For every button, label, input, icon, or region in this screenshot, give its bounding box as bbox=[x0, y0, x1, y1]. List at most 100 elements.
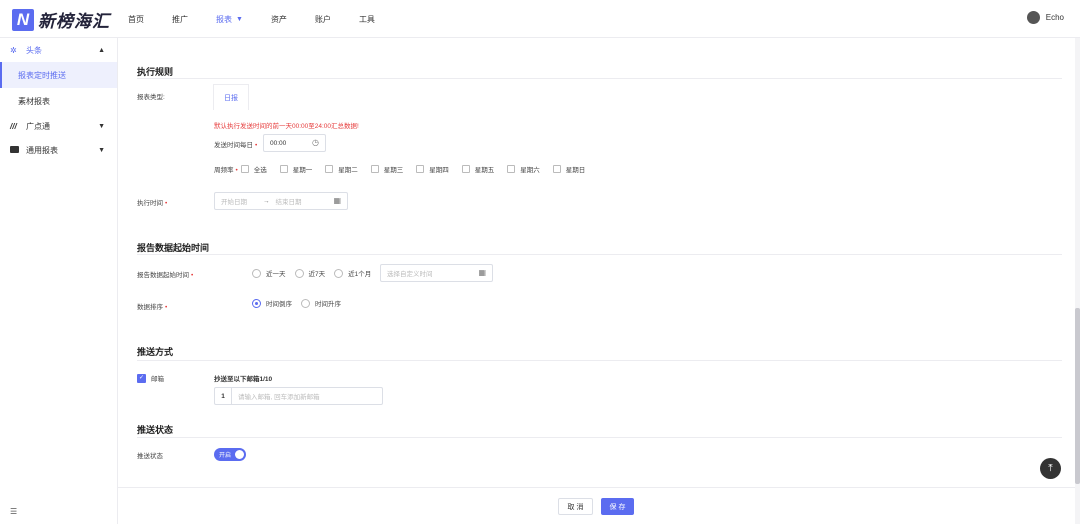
section-title-push-status: 推送状态 bbox=[137, 425, 174, 435]
arrow-up-icon: ⤒ bbox=[1048, 463, 1053, 474]
report-start-label-text: 报告数据起始时间 bbox=[137, 272, 189, 279]
required-mark: • bbox=[235, 167, 238, 174]
radio-label: 近1个月 bbox=[348, 271, 372, 278]
radio-last-month[interactable]: 近1个月 bbox=[334, 268, 371, 278]
push-status-toggle[interactable]: 开启 bbox=[214, 448, 246, 461]
sparkle-icon: ✲ bbox=[10, 45, 17, 55]
divider bbox=[137, 437, 1062, 438]
sort-label-text: 数据排序 bbox=[137, 304, 163, 311]
logo[interactable]: N 新榜海汇 bbox=[12, 7, 110, 32]
checkbox bbox=[461, 165, 470, 173]
weekday-label: 星期五 bbox=[474, 167, 495, 174]
radio-circle-checked bbox=[252, 298, 261, 308]
radio-circle bbox=[252, 268, 261, 278]
nav-tools[interactable]: 工具 bbox=[359, 14, 375, 25]
sidebar-group-toutiao-label: 头条 bbox=[26, 45, 42, 55]
chevron-up-icon: ▲ bbox=[98, 46, 105, 54]
custom-time-picker[interactable]: 选择自定义时间 ▦ bbox=[380, 264, 493, 282]
weekday-label: 星期六 bbox=[520, 167, 540, 174]
radio-last-day[interactable]: 近一天 bbox=[252, 268, 286, 278]
email-checkbox-label: 邮箱 bbox=[151, 376, 164, 383]
email-index: 1 bbox=[215, 388, 232, 404]
nav-account[interactable]: 账户 bbox=[315, 14, 331, 25]
toggle-knob bbox=[235, 450, 244, 459]
back-to-top-button[interactable]: ⤒ bbox=[1040, 458, 1061, 479]
radio-time-asc[interactable]: 时间升序 bbox=[301, 298, 341, 308]
weekday-checkbox-mon[interactable]: 星期一 bbox=[279, 164, 312, 174]
divider bbox=[137, 78, 1062, 79]
sidebar-group-gdt[interactable]: /// 广点通 ▼ bbox=[0, 114, 117, 138]
brand-icon: /// bbox=[10, 121, 17, 131]
send-time-picker[interactable]: 00:00 ◷ bbox=[263, 134, 326, 152]
section-title-push-method: 推送方式 bbox=[137, 347, 174, 357]
scrollbar[interactable] bbox=[1075, 38, 1080, 524]
nav-home-label: 首页 bbox=[128, 14, 144, 24]
nav-account-label: 账户 bbox=[314, 14, 331, 24]
checkbox bbox=[370, 165, 379, 173]
calendar-icon: ▦ bbox=[333, 196, 341, 205]
nav-home[interactable]: 首页 bbox=[128, 14, 144, 25]
cancel-button[interactable]: 取 消 bbox=[558, 498, 593, 515]
email-input[interactable]: 1 请输入邮箱, 回车添加新邮箱 bbox=[214, 387, 383, 405]
checkbox bbox=[279, 165, 288, 173]
exec-date-range-picker[interactable]: 开始日期 → 结束日期 ▦ bbox=[214, 192, 348, 210]
sort-radio-group: 时间倒序 时间升序 bbox=[252, 298, 350, 308]
cc-email-label: 抄送至以下邮箱1/10 bbox=[214, 376, 273, 383]
weekday-label: 星期日 bbox=[565, 167, 586, 174]
weekday-label: 全选 bbox=[253, 167, 267, 174]
weekday-checkbox-thu[interactable]: 星期四 bbox=[416, 164, 449, 174]
weekday-checkbox-tue[interactable]: 星期二 bbox=[325, 164, 358, 174]
weekday-checkbox-sat[interactable]: 星期六 bbox=[507, 164, 540, 174]
radio-label: 时间倒序 bbox=[266, 301, 292, 308]
sort-label: 数据排序 • bbox=[137, 301, 167, 311]
report-start-label: 报告数据起始时间 • bbox=[137, 269, 193, 279]
sidebar-group-toutiao[interactable]: ✲ 头条 ▲ bbox=[0, 38, 117, 62]
checkbox bbox=[240, 165, 249, 173]
user-menu[interactable]: Echo bbox=[1026, 11, 1064, 24]
nav-assets-label: 资产 bbox=[270, 14, 287, 24]
start-date-input[interactable]: 开始日期 bbox=[221, 196, 247, 206]
radio-label: 近一天 bbox=[266, 271, 286, 278]
email-checkbox[interactable]: ✓ 邮箱 bbox=[137, 373, 164, 383]
tab-daily-report[interactable]: 日报 bbox=[213, 84, 249, 110]
required-mark: • bbox=[255, 142, 258, 149]
radio-last-7-days[interactable]: 近7天 bbox=[294, 268, 325, 278]
end-date-input[interactable]: 结束日期 bbox=[276, 196, 302, 206]
divider bbox=[137, 254, 1062, 255]
weekday-checkbox-sun[interactable]: 星期日 bbox=[552, 164, 586, 174]
checkbox bbox=[325, 165, 334, 173]
logo-text: 新榜海汇 bbox=[38, 12, 110, 31]
sidebar-group-general[interactable]: 通用报表 ▼ bbox=[0, 138, 117, 162]
user-name: Echo bbox=[1045, 13, 1064, 22]
avatar bbox=[1026, 11, 1040, 24]
weekday-checkbox-all[interactable]: 全选 bbox=[240, 164, 267, 174]
checkbox bbox=[552, 165, 561, 173]
required-mark: • bbox=[165, 200, 168, 207]
exec-time-label: 执行时间 • bbox=[137, 197, 167, 207]
clock-icon: ◷ bbox=[312, 138, 319, 147]
nav-tools-label: 工具 bbox=[358, 14, 375, 24]
form-footer: 取 消 保 存 bbox=[118, 487, 1080, 524]
top-bar: N 新榜海汇 首页 推广 报表 ▼ 资产 账户 工具 Echo bbox=[0, 0, 1080, 38]
range-radio-group: 近一天 近7天 近1个月 bbox=[252, 268, 380, 278]
calendar-icon: ▦ bbox=[478, 268, 486, 277]
nav-assets[interactable]: 资产 bbox=[271, 14, 287, 25]
warning-text: 默认执行发送时间的前一天00:00至24:00汇总数据! bbox=[214, 123, 359, 130]
weekday-checkbox-wed[interactable]: 星期三 bbox=[370, 164, 403, 174]
radio-circle bbox=[294, 268, 304, 278]
radio-time-desc[interactable]: 时间倒序 bbox=[252, 298, 292, 308]
chevron-down-icon: ▼ bbox=[98, 146, 105, 154]
nav-promotion[interactable]: 推广 bbox=[172, 14, 188, 25]
save-button[interactable]: 保 存 bbox=[601, 498, 634, 515]
scrollbar-thumb[interactable] bbox=[1075, 308, 1080, 484]
sidebar-item-scheduled-push[interactable]: 报表定时推送 bbox=[0, 62, 117, 88]
radio-circle bbox=[301, 298, 310, 308]
radio-label: 时间升序 bbox=[315, 301, 341, 308]
weekday-label: 星期四 bbox=[429, 167, 449, 174]
nav-reports[interactable]: 报表 ▼ bbox=[216, 14, 243, 25]
weekday-label: 星期二 bbox=[338, 167, 358, 174]
sidebar-item-material-report[interactable]: 素材报表 bbox=[0, 88, 117, 114]
report-type-label: 报表类型: bbox=[137, 94, 165, 101]
collapse-icon[interactable]: ☰ bbox=[10, 507, 17, 516]
weekday-checkbox-fri[interactable]: 星期五 bbox=[461, 164, 495, 174]
